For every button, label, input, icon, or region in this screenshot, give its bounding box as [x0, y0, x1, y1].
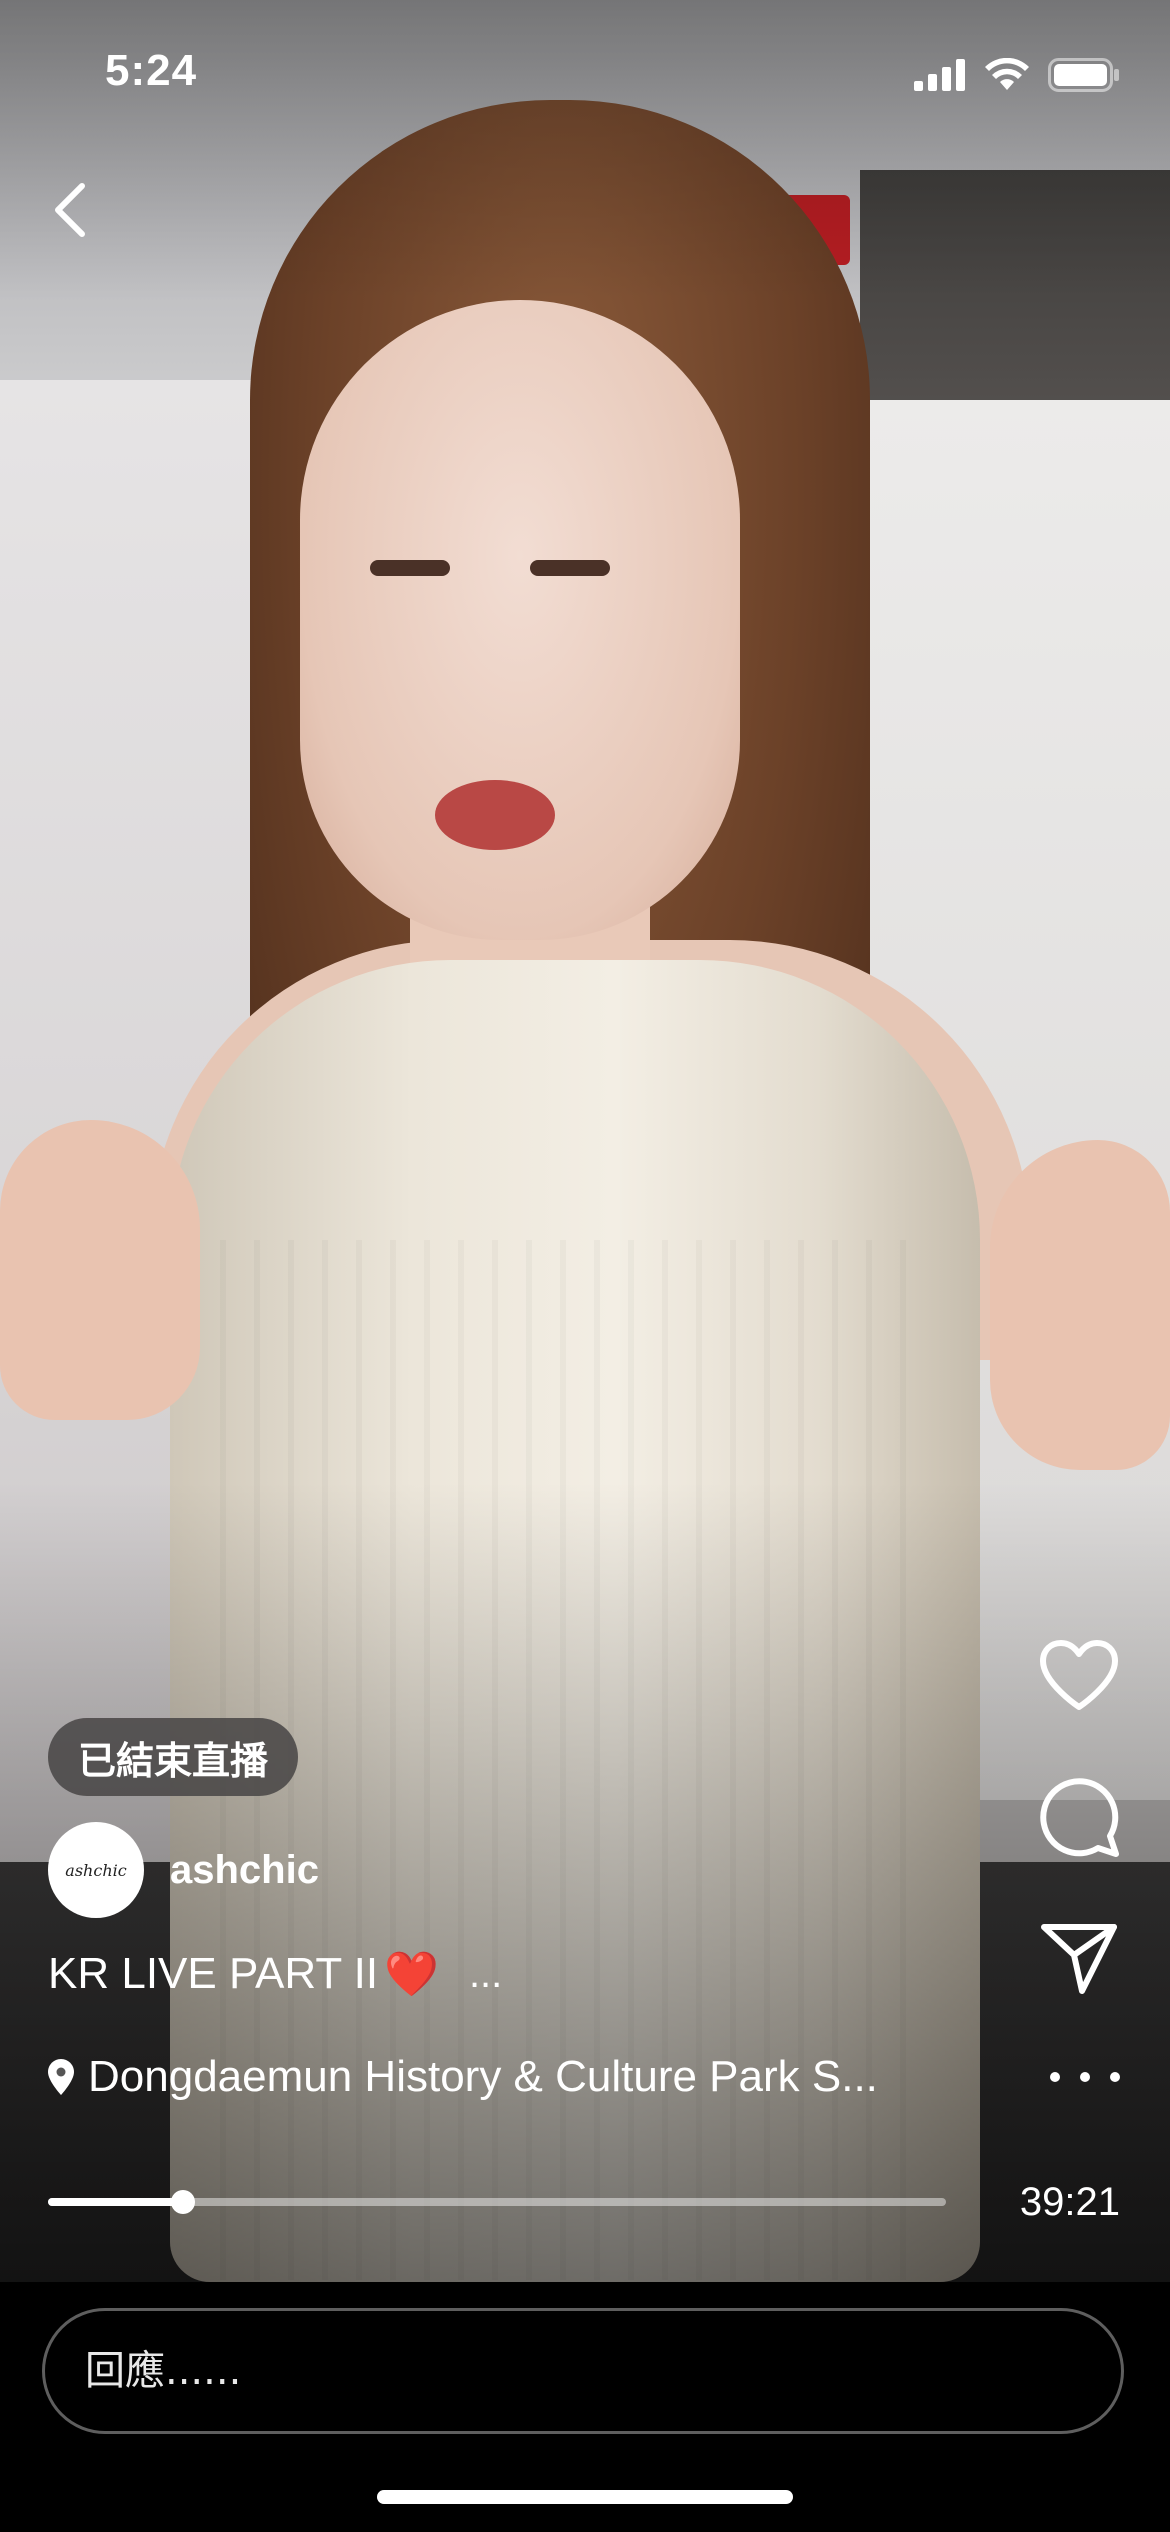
- caption-more[interactable]: ...: [469, 1952, 502, 1997]
- caption-text: KR LIVE PART II: [48, 1949, 379, 1998]
- caption[interactable]: KR LIVE PART II ❤️ ...: [48, 1948, 502, 2000]
- paper-plane-icon: [1041, 1924, 1117, 1994]
- more-options-button[interactable]: [1050, 2062, 1120, 2092]
- comment-bubble-icon: [1040, 1778, 1119, 1857]
- status-icons: [914, 55, 1120, 95]
- duration-label: 39:21: [1019, 2180, 1120, 2224]
- back-button[interactable]: [40, 180, 100, 240]
- avatar-logo-text: ashchic: [65, 1860, 127, 1880]
- chevron-left-icon: [55, 183, 85, 237]
- live-video[interactable]: [0, 0, 1170, 2282]
- location-text: Dongdaemun History & Culture Park S...: [88, 2052, 878, 2101]
- more-dots-icon: [1050, 2072, 1060, 2082]
- heart-emoji: ❤️: [384, 1950, 439, 1999]
- action-column: [1034, 1630, 1124, 2056]
- heart-icon: [1040, 1640, 1118, 1710]
- like-button[interactable]: [1034, 1630, 1124, 1720]
- avatar[interactable]: ashchic: [48, 1822, 144, 1918]
- reply-input[interactable]: [42, 2308, 1124, 2434]
- location-pin-icon: [48, 2059, 74, 2095]
- home-indicator[interactable]: [377, 2490, 793, 2504]
- scrubber-handle[interactable]: [171, 2190, 195, 2214]
- comment-button[interactable]: [1034, 1772, 1124, 1862]
- progress-fill: [48, 2198, 183, 2206]
- battery-icon: [1048, 58, 1119, 92]
- status-time: 5:24: [105, 46, 198, 95]
- username[interactable]: ashchic: [170, 1848, 319, 1893]
- wifi-icon: [985, 58, 1029, 90]
- live-replay-screen: 5:24 已結束直播 ashchic ashchic KR LIVE PART …: [0, 0, 1170, 2532]
- user-row[interactable]: ashchic ashchic: [48, 1822, 319, 1918]
- cellular-signal-icon: [914, 59, 965, 91]
- location-tag[interactable]: Dongdaemun History & Culture Park S...: [48, 2052, 968, 2102]
- share-button[interactable]: [1034, 1914, 1124, 2004]
- live-ended-badge: 已結束直播: [48, 1718, 299, 1796]
- playback-scrubber[interactable]: [48, 2190, 946, 2214]
